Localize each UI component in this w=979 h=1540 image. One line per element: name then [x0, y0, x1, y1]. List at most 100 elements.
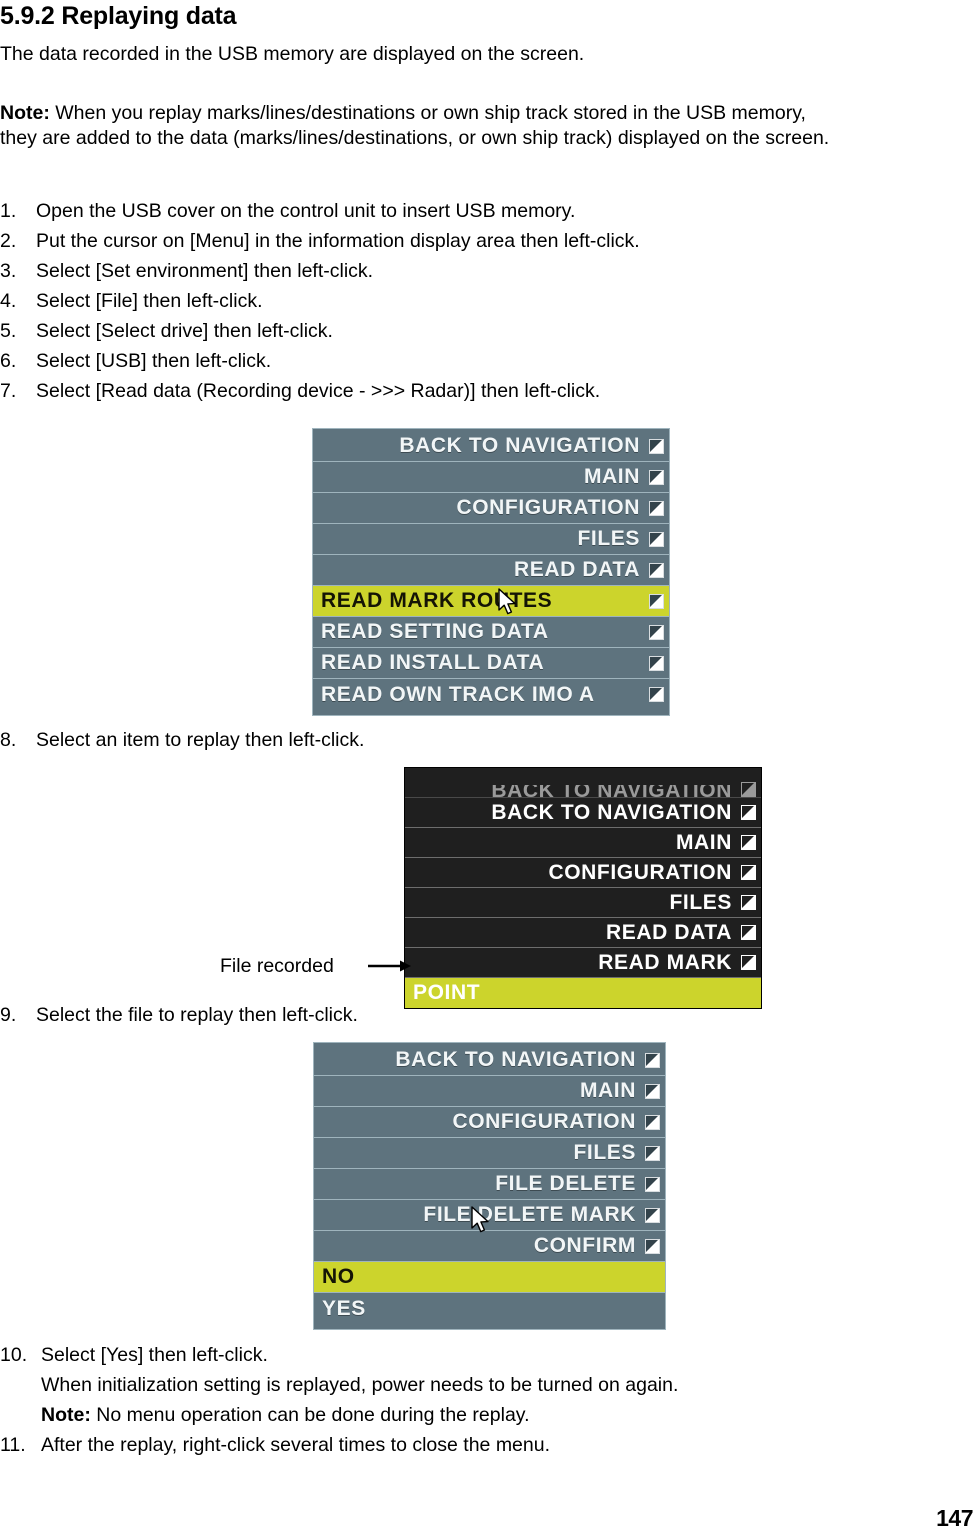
step-number: 5. [0, 320, 17, 342]
menu-item-read-data[interactable]: READ DATA [405, 918, 761, 948]
menu-item-label: FILES [669, 890, 732, 914]
intro-paragraph: The data recorded in the USB memory are … [0, 43, 585, 65]
menu-item-label: POINT [413, 981, 481, 1004]
menu-item-read-install-data[interactable]: READ INSTALL DATA [313, 648, 669, 679]
submenu-arrow-icon [649, 438, 664, 454]
submenu-arrow-icon [741, 925, 756, 940]
step-10-note-label: Note: [41, 1404, 91, 1426]
step-number: 10. [0, 1344, 28, 1366]
steps-list-9: 9. Select the file to replay then left-cl… [0, 1000, 358, 1030]
menu-item-label: BACK TO NAVIGATION [399, 434, 640, 457]
menu-item-label: FILE DELETE [495, 1172, 636, 1195]
menu-item-configuration[interactable]: CONFIGURATION [313, 493, 669, 524]
step-item: 4. Select [File] then left-click. [0, 286, 640, 316]
menu-item-label: READ DATA [606, 920, 732, 944]
page-title: 5.9.2 Replaying data [0, 2, 237, 30]
submenu-arrow-icon [649, 624, 664, 640]
menu-item-read-mark-routes[interactable]: READ MARK ROUTES [313, 586, 669, 617]
menu-item-label: FILES [573, 1141, 636, 1164]
menu-item-label: YES [322, 1296, 366, 1320]
note-paragraph-cont: they are added to the data (marks/lines/… [0, 126, 829, 151]
menu-item-label: CONFIGURATION [456, 496, 640, 519]
menu-item-label: CONFIRM [533, 1234, 636, 1257]
menu-item-files[interactable]: FILES [405, 888, 761, 918]
step-text: Select the file to replay then left-clic… [36, 1004, 358, 1026]
menu-item-files[interactable]: FILES [313, 524, 669, 555]
step-item: 8. Select an item to replay then left-cli… [0, 725, 364, 755]
menu-item-configuration[interactable]: CONFIGURATION [314, 1107, 665, 1138]
step-number: 7. [0, 380, 17, 402]
menu-item-main[interactable]: MAIN [313, 462, 669, 493]
manual-page: 5.9.2 Replaying data The data recorded i… [0, 0, 979, 1540]
submenu-arrow-icon [645, 1083, 660, 1099]
read-mark-file-menu[interactable]: BACK TO NAVIGATION BACK TO NAVIGATION MAIN… [404, 767, 762, 1009]
steps-list-1-7: 1. Open the USB cover on the control unit… [0, 196, 640, 406]
menu-item-point[interactable]: POINT [405, 978, 761, 1008]
menu-item-file-delete[interactable]: FILE DELETE [314, 1169, 665, 1200]
menu-item-read-own-track-imo-a[interactable]: READ OWN TRACK IMO A [313, 679, 669, 710]
submenu-arrow-icon [645, 1238, 660, 1254]
menu-item-no[interactable]: NO [314, 1262, 665, 1293]
steps-list-8: 8. Select an item to replay then left-cli… [0, 725, 364, 755]
step-number: 6. [0, 350, 17, 372]
menu-row-label: BACK TO NAVIGATION [491, 785, 732, 797]
menu-item-label: READ MARK [598, 950, 732, 974]
note-label: Note: [0, 102, 50, 124]
menu-item-files[interactable]: FILES [314, 1138, 665, 1169]
note-line-2: they are added to the data (marks/lines/… [0, 127, 830, 149]
menu-item-label: CONFIGURATION [548, 860, 732, 884]
step-number: 9. [0, 1004, 17, 1026]
menu-item-file-delete-mark[interactable]: FILE DELETE MARK [314, 1200, 665, 1231]
submenu-arrow-icon [649, 655, 664, 671]
step-item: 6. Select [USB] then left-click. [0, 346, 640, 376]
step-number: 4. [0, 290, 17, 312]
submenu-arrow-icon [649, 687, 664, 702]
step-text: Select [Yes] then left-click. [41, 1344, 268, 1366]
menu-item-label: READ MARK ROUTES [321, 589, 553, 612]
menu-item-back-to-navigation[interactable]: BACK TO NAVIGATION [313, 431, 669, 462]
file-recorded-callout-label: File recorded [220, 955, 334, 977]
step-item: 1. Open the USB cover on the control unit… [0, 196, 640, 226]
menu-row-clipped: BACK TO NAVIGATION [405, 768, 761, 798]
read-data-menu[interactable]: BACK TO NAVIGATION MAIN CONFIGURATION FILES… [312, 428, 670, 716]
step-text: Select [Select drive] then left-click. [36, 320, 333, 342]
menu-item-read-data[interactable]: READ DATA [313, 555, 669, 586]
menu-item-label: READ OWN TRACK IMO A [321, 682, 595, 706]
menu-item-read-mark[interactable]: READ MARK [405, 948, 761, 978]
menu-item-label: MAIN [583, 465, 640, 488]
submenu-arrow-icon [649, 531, 664, 547]
menu-item-read-setting-data[interactable]: READ SETTING DATA [313, 617, 669, 648]
submenu-arrow-icon [649, 593, 664, 609]
submenu-arrow-icon [741, 805, 756, 820]
step-number: 3. [0, 260, 17, 282]
submenu-arrow-icon [645, 1114, 660, 1130]
menu-item-label: FILES [577, 527, 640, 550]
step-item: 5. Select [Select drive] then left-click. [0, 316, 640, 346]
step-10-note: Note: No menu operation can be done duri… [41, 1404, 530, 1426]
menu-item-label: FILE DELETE MARK [423, 1203, 636, 1226]
step-item: 3. Select [Set environment] then left-cli… [0, 256, 640, 286]
menu-item-confirm[interactable]: CONFIRM [314, 1231, 665, 1262]
step-item: 11. After the replay, right-click several… [0, 1430, 678, 1460]
menu-item-main[interactable]: MAIN [314, 1076, 665, 1107]
menu-item-configuration[interactable]: CONFIGURATION [405, 858, 761, 888]
menu-item-yes[interactable]: YES [314, 1293, 665, 1324]
step-text: Select [Read data (Recording device - >>… [36, 380, 601, 402]
file-delete-confirm-menu[interactable]: BACK TO NAVIGATION MAIN CONFIGURATION FILES… [313, 1042, 666, 1330]
step-item: 10. Select [Yes] then left-click. [0, 1340, 678, 1370]
submenu-arrow-icon [645, 1052, 660, 1068]
submenu-arrow-icon [649, 500, 664, 516]
menu-item-back-to-navigation[interactable]: BACK TO NAVIGATION [314, 1045, 665, 1076]
submenu-arrow-icon [649, 469, 664, 485]
submenu-arrow-icon [645, 1207, 660, 1223]
submenu-arrow-icon [649, 562, 664, 578]
menu-item-back-to-navigation[interactable]: BACK TO NAVIGATION [405, 798, 761, 828]
menu-item-label: READ INSTALL DATA [321, 651, 545, 674]
note-line-1: When you replay marks/lines/destinations… [55, 102, 806, 124]
submenu-arrow-icon [741, 955, 756, 970]
submenu-arrow-icon [741, 865, 756, 880]
step-number: 11. [0, 1434, 26, 1456]
menu-item-main[interactable]: MAIN [405, 828, 761, 858]
step-text: Open the USB cover on the control unit t… [36, 200, 576, 222]
step-text: Put the cursor on [Menu] in the informat… [36, 230, 640, 252]
